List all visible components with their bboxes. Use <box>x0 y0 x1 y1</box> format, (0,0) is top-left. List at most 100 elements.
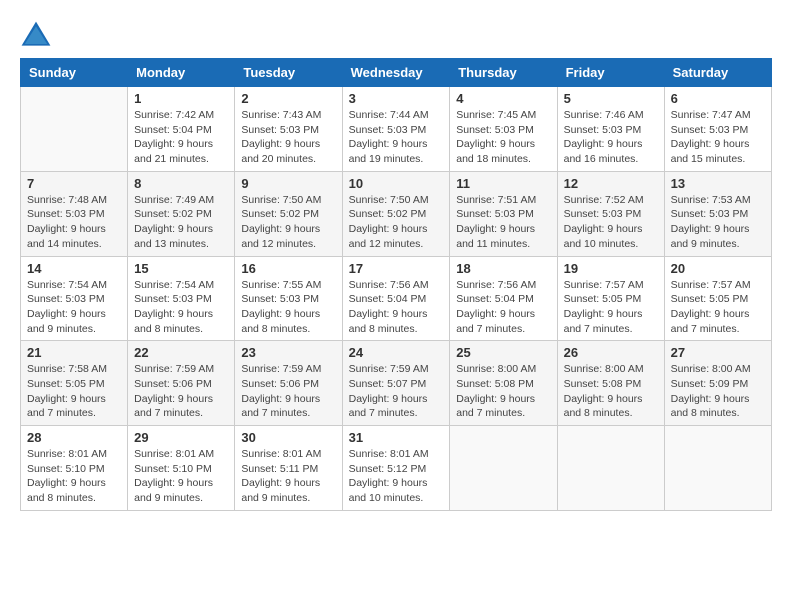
calendar-cell: 22Sunrise: 7:59 AM Sunset: 5:06 PM Dayli… <box>128 341 235 426</box>
calendar-week-3: 14 Sunrise: 7:54 AM Sunset: 5:03 PM Dayli… <box>21 256 772 341</box>
day-number: 5 <box>564 91 658 106</box>
day-number: 16 <box>241 261 335 276</box>
calendar-cell: 11 Sunrise: 7:51 AM Sunset: 5:03 PM Dayli… <box>450 171 557 256</box>
calendar-cell: 8 Sunrise: 7:49 AM Sunset: 5:02 PM Daylig… <box>128 171 235 256</box>
day-info: Sunrise: 8:00 AM Sunset: 5:08 PM Dayligh… <box>564 362 658 421</box>
logo <box>20 20 58 48</box>
calendar-cell: 16 Sunrise: 7:55 AM Sunset: 5:03 PM Dayli… <box>235 256 342 341</box>
day-info: Sunrise: 7:43 AM Sunset: 5:03 PM Dayligh… <box>241 108 335 167</box>
day-number: 20 <box>671 261 765 276</box>
day-number: 18 <box>456 261 550 276</box>
day-number: 12 <box>564 176 658 191</box>
day-info: Sunrise: 7:57 AM Sunset: 5:05 PM Dayligh… <box>564 278 658 337</box>
day-info: Sunrise: 7:52 AM Sunset: 5:03 PM Dayligh… <box>564 193 658 252</box>
calendar-cell: 1 Sunrise: 7:42 AM Sunset: 5:04 PM Daylig… <box>128 87 235 172</box>
calendar-cell: 25Sunrise: 8:00 AM Sunset: 5:08 PM Dayli… <box>450 341 557 426</box>
day-number: 4 <box>456 91 550 106</box>
page-header <box>20 20 772 48</box>
day-info: Sunrise: 7:53 AM Sunset: 5:03 PM Dayligh… <box>671 193 765 252</box>
day-info: Sunrise: 7:59 AM Sunset: 5:06 PM Dayligh… <box>134 362 228 421</box>
calendar-week-4: 21Sunrise: 7:58 AM Sunset: 5:05 PM Dayli… <box>21 341 772 426</box>
day-number: 1 <box>134 91 228 106</box>
calendar-cell: 19 Sunrise: 7:57 AM Sunset: 5:05 PM Dayli… <box>557 256 664 341</box>
calendar-cell: 14 Sunrise: 7:54 AM Sunset: 5:03 PM Dayli… <box>21 256 128 341</box>
day-number: 3 <box>349 91 444 106</box>
calendar-cell <box>664 426 771 511</box>
day-info: Sunrise: 7:50 AM Sunset: 5:02 PM Dayligh… <box>349 193 444 252</box>
day-info: Sunrise: 8:01 AM Sunset: 5:10 PM Dayligh… <box>27 447 121 506</box>
calendar-cell: 21Sunrise: 7:58 AM Sunset: 5:05 PM Dayli… <box>21 341 128 426</box>
day-number: 27 <box>671 345 765 360</box>
day-info: Sunrise: 7:56 AM Sunset: 5:04 PM Dayligh… <box>349 278 444 337</box>
calendar-cell: 23 Sunrise: 7:59 AM Sunset: 5:06 PM Dayli… <box>235 341 342 426</box>
calendar-cell: 4Sunrise: 7:45 AM Sunset: 5:03 PM Daylig… <box>450 87 557 172</box>
day-info: Sunrise: 7:42 AM Sunset: 5:04 PM Dayligh… <box>134 108 228 167</box>
day-number: 23 <box>241 345 335 360</box>
day-info: Sunrise: 7:44 AM Sunset: 5:03 PM Dayligh… <box>349 108 444 167</box>
day-info: Sunrise: 7:48 AM Sunset: 5:03 PM Dayligh… <box>27 193 121 252</box>
day-info: Sunrise: 7:49 AM Sunset: 5:02 PM Dayligh… <box>134 193 228 252</box>
calendar-cell: 12 Sunrise: 7:52 AM Sunset: 5:03 PM Dayli… <box>557 171 664 256</box>
day-number: 2 <box>241 91 335 106</box>
day-info: Sunrise: 7:47 AM Sunset: 5:03 PM Dayligh… <box>671 108 765 167</box>
day-number: 17 <box>349 261 444 276</box>
day-number: 13 <box>671 176 765 191</box>
calendar-cell: 3 Sunrise: 7:44 AM Sunset: 5:03 PM Daylig… <box>342 87 450 172</box>
calendar-table: SundayMondayTuesdayWednesdayThursdayFrid… <box>20 58 772 511</box>
day-info: Sunrise: 7:51 AM Sunset: 5:03 PM Dayligh… <box>456 193 550 252</box>
calendar-cell: 29Sunrise: 8:01 AM Sunset: 5:10 PM Dayli… <box>128 426 235 511</box>
calendar-cell <box>450 426 557 511</box>
day-number: 31 <box>349 430 444 445</box>
day-info: Sunrise: 7:59 AM Sunset: 5:06 PM Dayligh… <box>241 362 335 421</box>
day-info: Sunrise: 7:57 AM Sunset: 5:05 PM Dayligh… <box>671 278 765 337</box>
day-header-monday: Monday <box>128 59 235 87</box>
calendar-cell: 9 Sunrise: 7:50 AM Sunset: 5:02 PM Daylig… <box>235 171 342 256</box>
calendar-header-row: SundayMondayTuesdayWednesdayThursdayFrid… <box>21 59 772 87</box>
day-number: 6 <box>671 91 765 106</box>
day-number: 9 <box>241 176 335 191</box>
day-number: 15 <box>134 261 228 276</box>
day-number: 8 <box>134 176 228 191</box>
calendar-cell: 20 Sunrise: 7:57 AM Sunset: 5:05 PM Dayli… <box>664 256 771 341</box>
day-header-thursday: Thursday <box>450 59 557 87</box>
calendar-cell: 30 Sunrise: 8:01 AM Sunset: 5:11 PM Dayli… <box>235 426 342 511</box>
day-info: Sunrise: 7:54 AM Sunset: 5:03 PM Dayligh… <box>27 278 121 337</box>
calendar-cell: 7 Sunrise: 7:48 AM Sunset: 5:03 PM Daylig… <box>21 171 128 256</box>
day-number: 14 <box>27 261 121 276</box>
day-number: 7 <box>27 176 121 191</box>
calendar-week-1: 1 Sunrise: 7:42 AM Sunset: 5:04 PM Daylig… <box>21 87 772 172</box>
logo-icon <box>20 20 52 48</box>
day-info: Sunrise: 8:00 AM Sunset: 5:08 PM Dayligh… <box>456 362 550 421</box>
day-number: 11 <box>456 176 550 191</box>
calendar-cell <box>557 426 664 511</box>
day-number: 21 <box>27 345 121 360</box>
calendar-cell: 17 Sunrise: 7:56 AM Sunset: 5:04 PM Dayli… <box>342 256 450 341</box>
calendar-cell: 5 Sunrise: 7:46 AM Sunset: 5:03 PM Daylig… <box>557 87 664 172</box>
calendar-cell: 15 Sunrise: 7:54 AM Sunset: 5:03 PM Dayli… <box>128 256 235 341</box>
day-number: 24 <box>349 345 444 360</box>
day-info: Sunrise: 7:55 AM Sunset: 5:03 PM Dayligh… <box>241 278 335 337</box>
day-header-sunday: Sunday <box>21 59 128 87</box>
calendar-cell <box>21 87 128 172</box>
day-info: Sunrise: 7:50 AM Sunset: 5:02 PM Dayligh… <box>241 193 335 252</box>
day-number: 29 <box>134 430 228 445</box>
calendar-week-5: 28Sunrise: 8:01 AM Sunset: 5:10 PM Dayli… <box>21 426 772 511</box>
day-info: Sunrise: 7:54 AM Sunset: 5:03 PM Dayligh… <box>134 278 228 337</box>
day-info: Sunrise: 7:59 AM Sunset: 5:07 PM Dayligh… <box>349 362 444 421</box>
day-number: 30 <box>241 430 335 445</box>
day-header-wednesday: Wednesday <box>342 59 450 87</box>
day-info: Sunrise: 8:01 AM Sunset: 5:12 PM Dayligh… <box>349 447 444 506</box>
calendar-cell: 24 Sunrise: 7:59 AM Sunset: 5:07 PM Dayli… <box>342 341 450 426</box>
day-header-saturday: Saturday <box>664 59 771 87</box>
day-info: Sunrise: 8:00 AM Sunset: 5:09 PM Dayligh… <box>671 362 765 421</box>
calendar-cell: 2 Sunrise: 7:43 AM Sunset: 5:03 PM Daylig… <box>235 87 342 172</box>
day-header-tuesday: Tuesday <box>235 59 342 87</box>
day-info: Sunrise: 7:56 AM Sunset: 5:04 PM Dayligh… <box>456 278 550 337</box>
day-number: 19 <box>564 261 658 276</box>
day-info: Sunrise: 8:01 AM Sunset: 5:11 PM Dayligh… <box>241 447 335 506</box>
calendar-cell: 28Sunrise: 8:01 AM Sunset: 5:10 PM Dayli… <box>21 426 128 511</box>
day-info: Sunrise: 7:46 AM Sunset: 5:03 PM Dayligh… <box>564 108 658 167</box>
calendar-cell: 18 Sunrise: 7:56 AM Sunset: 5:04 PM Dayli… <box>450 256 557 341</box>
calendar-cell: 6 Sunrise: 7:47 AM Sunset: 5:03 PM Daylig… <box>664 87 771 172</box>
day-number: 26 <box>564 345 658 360</box>
